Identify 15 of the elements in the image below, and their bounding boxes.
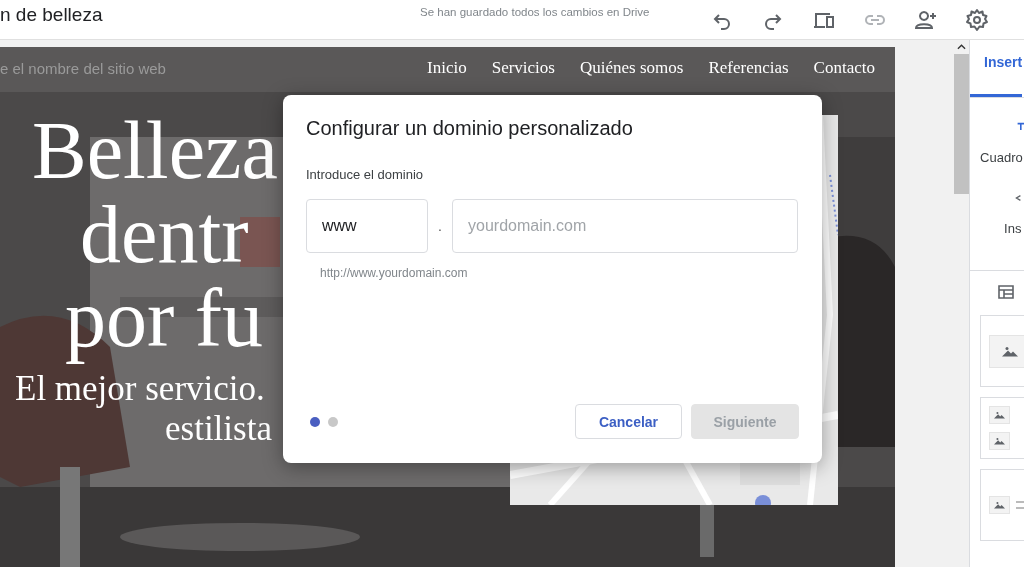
image-icon [994, 411, 1006, 419]
settings-icon[interactable] [965, 7, 989, 32]
panel-tab[interactable]: Insert [970, 40, 1023, 97]
text-box-icon[interactable] [1016, 122, 1024, 130]
scroll-up-icon[interactable] [957, 44, 967, 50]
image-icon [994, 437, 1006, 445]
panel-item-label[interactable]: Cuadro [980, 150, 1023, 165]
layout-icon[interactable] [998, 285, 1015, 299]
code-icon[interactable] [1014, 193, 1022, 203]
site-title: n de belleza [0, 3, 104, 27]
save-status: Se han guardado todos los cambios en Drive [420, 5, 651, 20]
panel-item-label[interactable]: Ins [1004, 221, 1022, 236]
image-icon [1002, 345, 1019, 357]
scrollbar-thumb[interactable] [954, 54, 970, 194]
image-icon [994, 501, 1006, 509]
